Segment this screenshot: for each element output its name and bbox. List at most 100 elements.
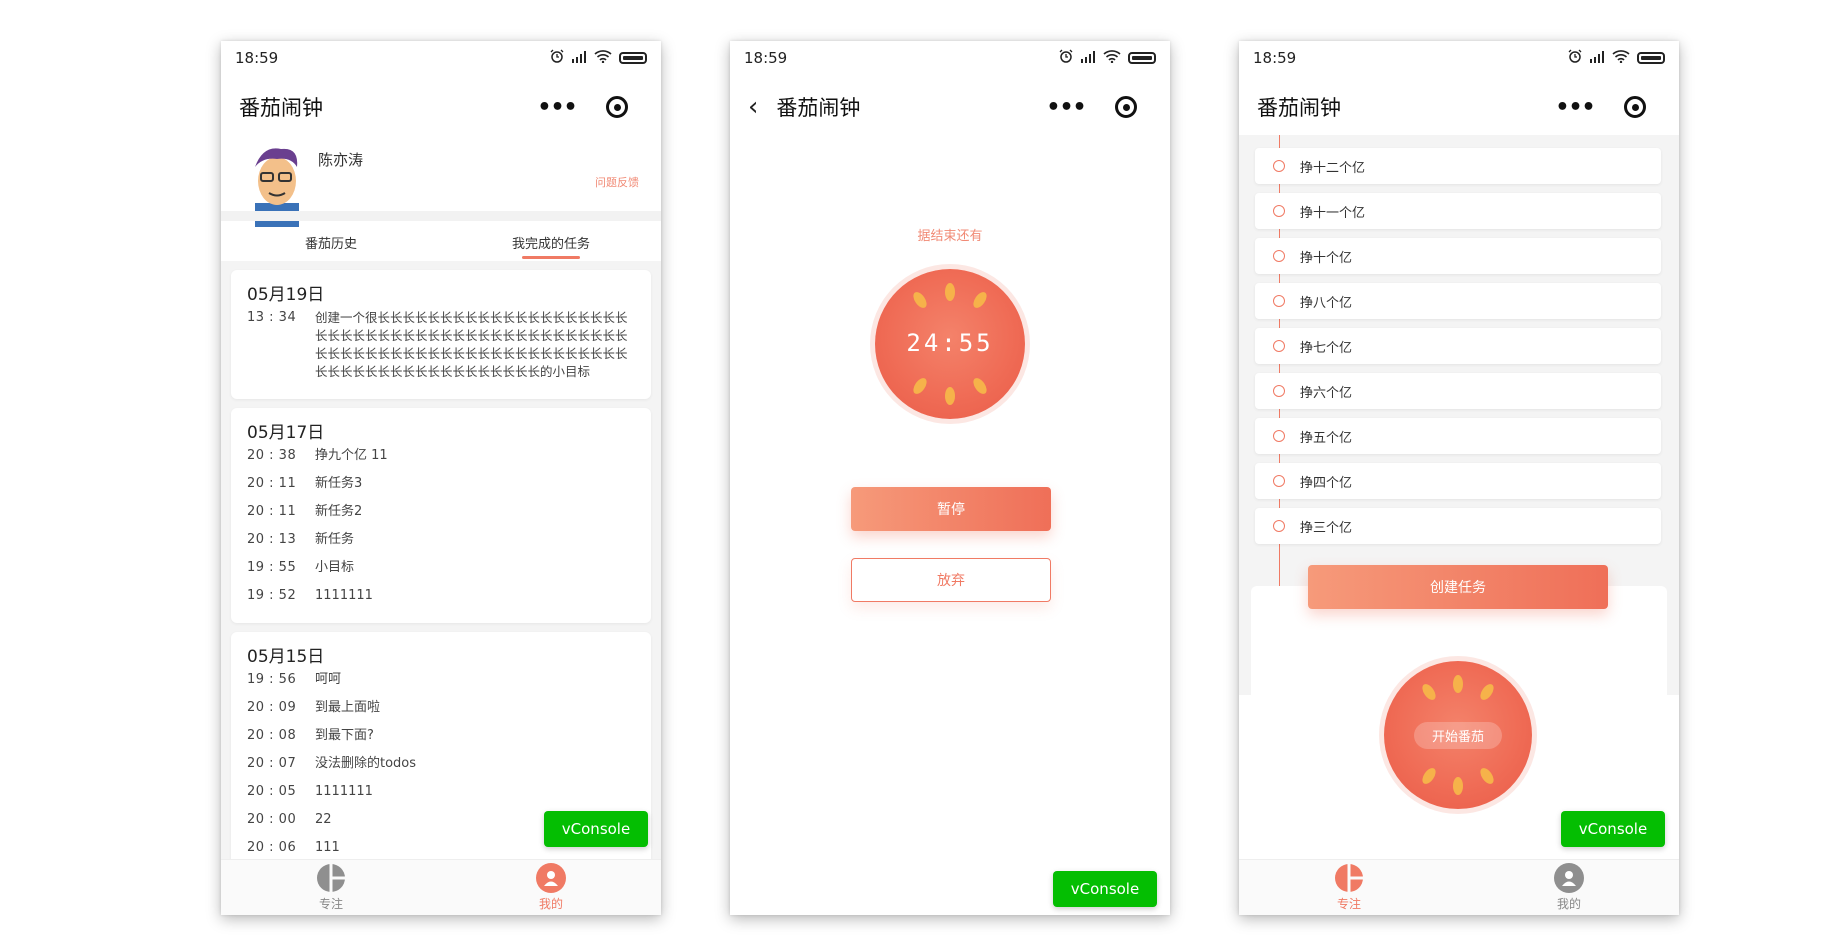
tab-pomodoro-history[interactable]: 番茄历史 <box>221 221 441 261</box>
entry-text: 创建一个很长长长长长长长长长长长长长长长长长长长长长长长长长长长长长长长长长长长… <box>315 310 628 379</box>
history-entry: 20 : 38 挣九个亿 11 <box>247 447 635 465</box>
close-miniprogram-button[interactable] <box>587 96 647 118</box>
seed <box>910 289 930 311</box>
nav-bar: ‹ 番茄闹钟 ••• <box>730 75 1170 139</box>
signal-icon <box>1080 49 1096 67</box>
create-task-button[interactable]: 创建任务 <box>1308 565 1608 609</box>
entry-text: 小目标 <box>315 560 355 575</box>
history-entry: 19 : 55 小目标 <box>247 559 635 577</box>
tabbar-mine[interactable]: 我的 <box>1459 860 1679 915</box>
tabbar-focus[interactable]: 专注 <box>221 860 441 915</box>
entry-text: 1111111 <box>315 784 373 799</box>
seed <box>1419 765 1439 787</box>
task-label: 挣六个亿 <box>1300 385 1353 401</box>
countdown-label: 据结束还有 <box>917 229 983 244</box>
tabbar-mine-label: 我的 <box>1556 897 1581 911</box>
wifi-icon <box>594 49 612 67</box>
history-entry: 20 : 09 到最上面啦 <box>247 699 635 717</box>
entry-time: 20 : 11 <box>247 504 297 519</box>
history-card: 05月17日 20 : 38 挣九个亿 11 20 : 11 新任务3 20 : 1… <box>231 408 651 623</box>
user-icon <box>536 863 566 893</box>
start-pomodoro-label: 开始番茄 <box>1413 722 1503 749</box>
card-date: 05月17日 <box>247 423 325 443</box>
vconsole-button[interactable]: vConsole <box>544 811 648 847</box>
tab-bar-top: 番茄历史 我完成的任务 <box>221 221 661 261</box>
pause-button[interactable]: 暂停 <box>851 487 1051 531</box>
entry-text: 挣九个亿 11 <box>315 448 388 463</box>
alarm-icon <box>1568 49 1582 67</box>
close-miniprogram-button[interactable] <box>1605 96 1665 118</box>
history-entry: 19 : 56 呵呵 <box>247 671 635 689</box>
tabbar-mine[interactable]: 我的 <box>441 860 661 915</box>
status-time: 18:59 <box>235 49 279 67</box>
task-item[interactable]: 挣六个亿 <box>1255 373 1661 409</box>
alarm-icon <box>550 49 564 67</box>
tabbar-focus-label: 专注 <box>1336 897 1361 911</box>
task-item[interactable]: 挣八个亿 <box>1255 283 1661 319</box>
card-date: 05月15日 <box>247 647 325 667</box>
entry-text: 呵呵 <box>315 672 342 687</box>
nav-bar: 番茄闹钟 ••• <box>1239 75 1679 139</box>
user-icon <box>1554 863 1584 893</box>
task-dot <box>1273 160 1285 172</box>
bottom-tab-bar: 专注 我的 <box>1239 859 1679 915</box>
seed <box>1453 675 1463 693</box>
entry-time: 20 : 38 <box>247 448 297 463</box>
tabbar-focus[interactable]: 专注 <box>1239 860 1459 915</box>
close-miniprogram-button[interactable] <box>1096 96 1156 118</box>
bottom-tab-bar: 专注 我的 <box>221 859 661 915</box>
history-entry: 20 : 13 新任务 <box>247 531 635 549</box>
tabbar-focus-label: 专注 <box>318 897 343 911</box>
timer-display: 24:55 <box>906 329 994 357</box>
task-label: 挣八个亿 <box>1300 295 1353 311</box>
task-dot <box>1273 250 1285 262</box>
wifi-icon <box>1612 49 1630 67</box>
tabbar-mine-label: 我的 <box>538 897 563 911</box>
history-entry: 20 : 07 没法删除的todos <box>247 755 635 773</box>
phone-screen-tasks: 18:59 番茄闹钟 ••• 挣十二个亿 挣十一个亿 挣十个亿 挣八个亿 挣七个… <box>1239 41 1679 915</box>
task-item[interactable]: 挣五个亿 <box>1255 418 1661 454</box>
back-icon[interactable]: ‹ <box>748 94 758 120</box>
task-label: 挣十二个亿 <box>1300 160 1366 176</box>
more-icon[interactable]: ••• <box>1036 95 1096 120</box>
entry-time: 20 : 06 <box>247 840 297 855</box>
entry-time: 20 : 08 <box>247 728 297 743</box>
history-entry: 19 : 52 1111111 <box>247 587 635 605</box>
nav-bar: 番茄闹钟 ••• <box>221 75 661 139</box>
task-dot <box>1273 295 1285 307</box>
feedback-link[interactable]: 问题反馈 <box>595 174 639 190</box>
task-item[interactable]: 挣七个亿 <box>1255 328 1661 364</box>
history-entry: 20 : 08 到最下面? <box>247 727 635 745</box>
task-dot <box>1273 430 1285 442</box>
seed <box>970 289 990 311</box>
start-tomato-button[interactable]: 开始番茄 <box>1384 661 1532 809</box>
history-feed[interactable]: 05月19日 13 : 34 创建一个很长长长长长长长长长长长长长长长长长长长长… <box>221 261 661 861</box>
task-item[interactable]: 挣十一个亿 <box>1255 193 1661 229</box>
entry-text: 新任务 <box>315 532 355 547</box>
task-item[interactable]: 挣十个亿 <box>1255 238 1661 274</box>
more-icon[interactable]: ••• <box>527 95 587 120</box>
card-date: 05月19日 <box>247 285 325 305</box>
status-time: 18:59 <box>744 49 788 67</box>
alarm-icon <box>1059 49 1073 67</box>
vconsole-button[interactable]: vConsole <box>1053 871 1157 907</box>
entry-time: 20 : 00 <box>247 812 297 827</box>
status-time: 18:59 <box>1253 49 1297 67</box>
battery-icon <box>1637 52 1665 64</box>
more-icon[interactable]: ••• <box>1545 95 1605 120</box>
phone-screen-timer: 18:59 ‹ 番茄闹钟 ••• 据结束还有 24:55 暂停 放弃 vCons… <box>730 41 1170 915</box>
target-icon <box>606 96 628 118</box>
entry-time: 20 : 05 <box>247 784 297 799</box>
task-item[interactable]: 挣四个亿 <box>1255 463 1661 499</box>
entry-text: 没法删除的todos <box>315 756 417 771</box>
entry-text: 新任务3 <box>315 476 363 491</box>
history-entry: 13 : 34 创建一个很长长长长长长长长长长长长长长长长长长长长长长长长长长长… <box>247 309 635 381</box>
give-up-button[interactable]: 放弃 <box>851 558 1051 602</box>
divider <box>221 211 661 221</box>
task-item[interactable]: 挣三个亿 <box>1255 508 1661 544</box>
vconsole-button[interactable]: vConsole <box>1561 811 1665 847</box>
history-card: 05月19日 13 : 34 创建一个很长长长长长长长长长长长长长长长长长长长长… <box>231 270 651 399</box>
task-item[interactable]: 挣十二个亿 <box>1255 148 1661 184</box>
task-label: 挣三个亿 <box>1300 520 1353 536</box>
tab-completed-tasks[interactable]: 我完成的任务 <box>441 221 661 261</box>
